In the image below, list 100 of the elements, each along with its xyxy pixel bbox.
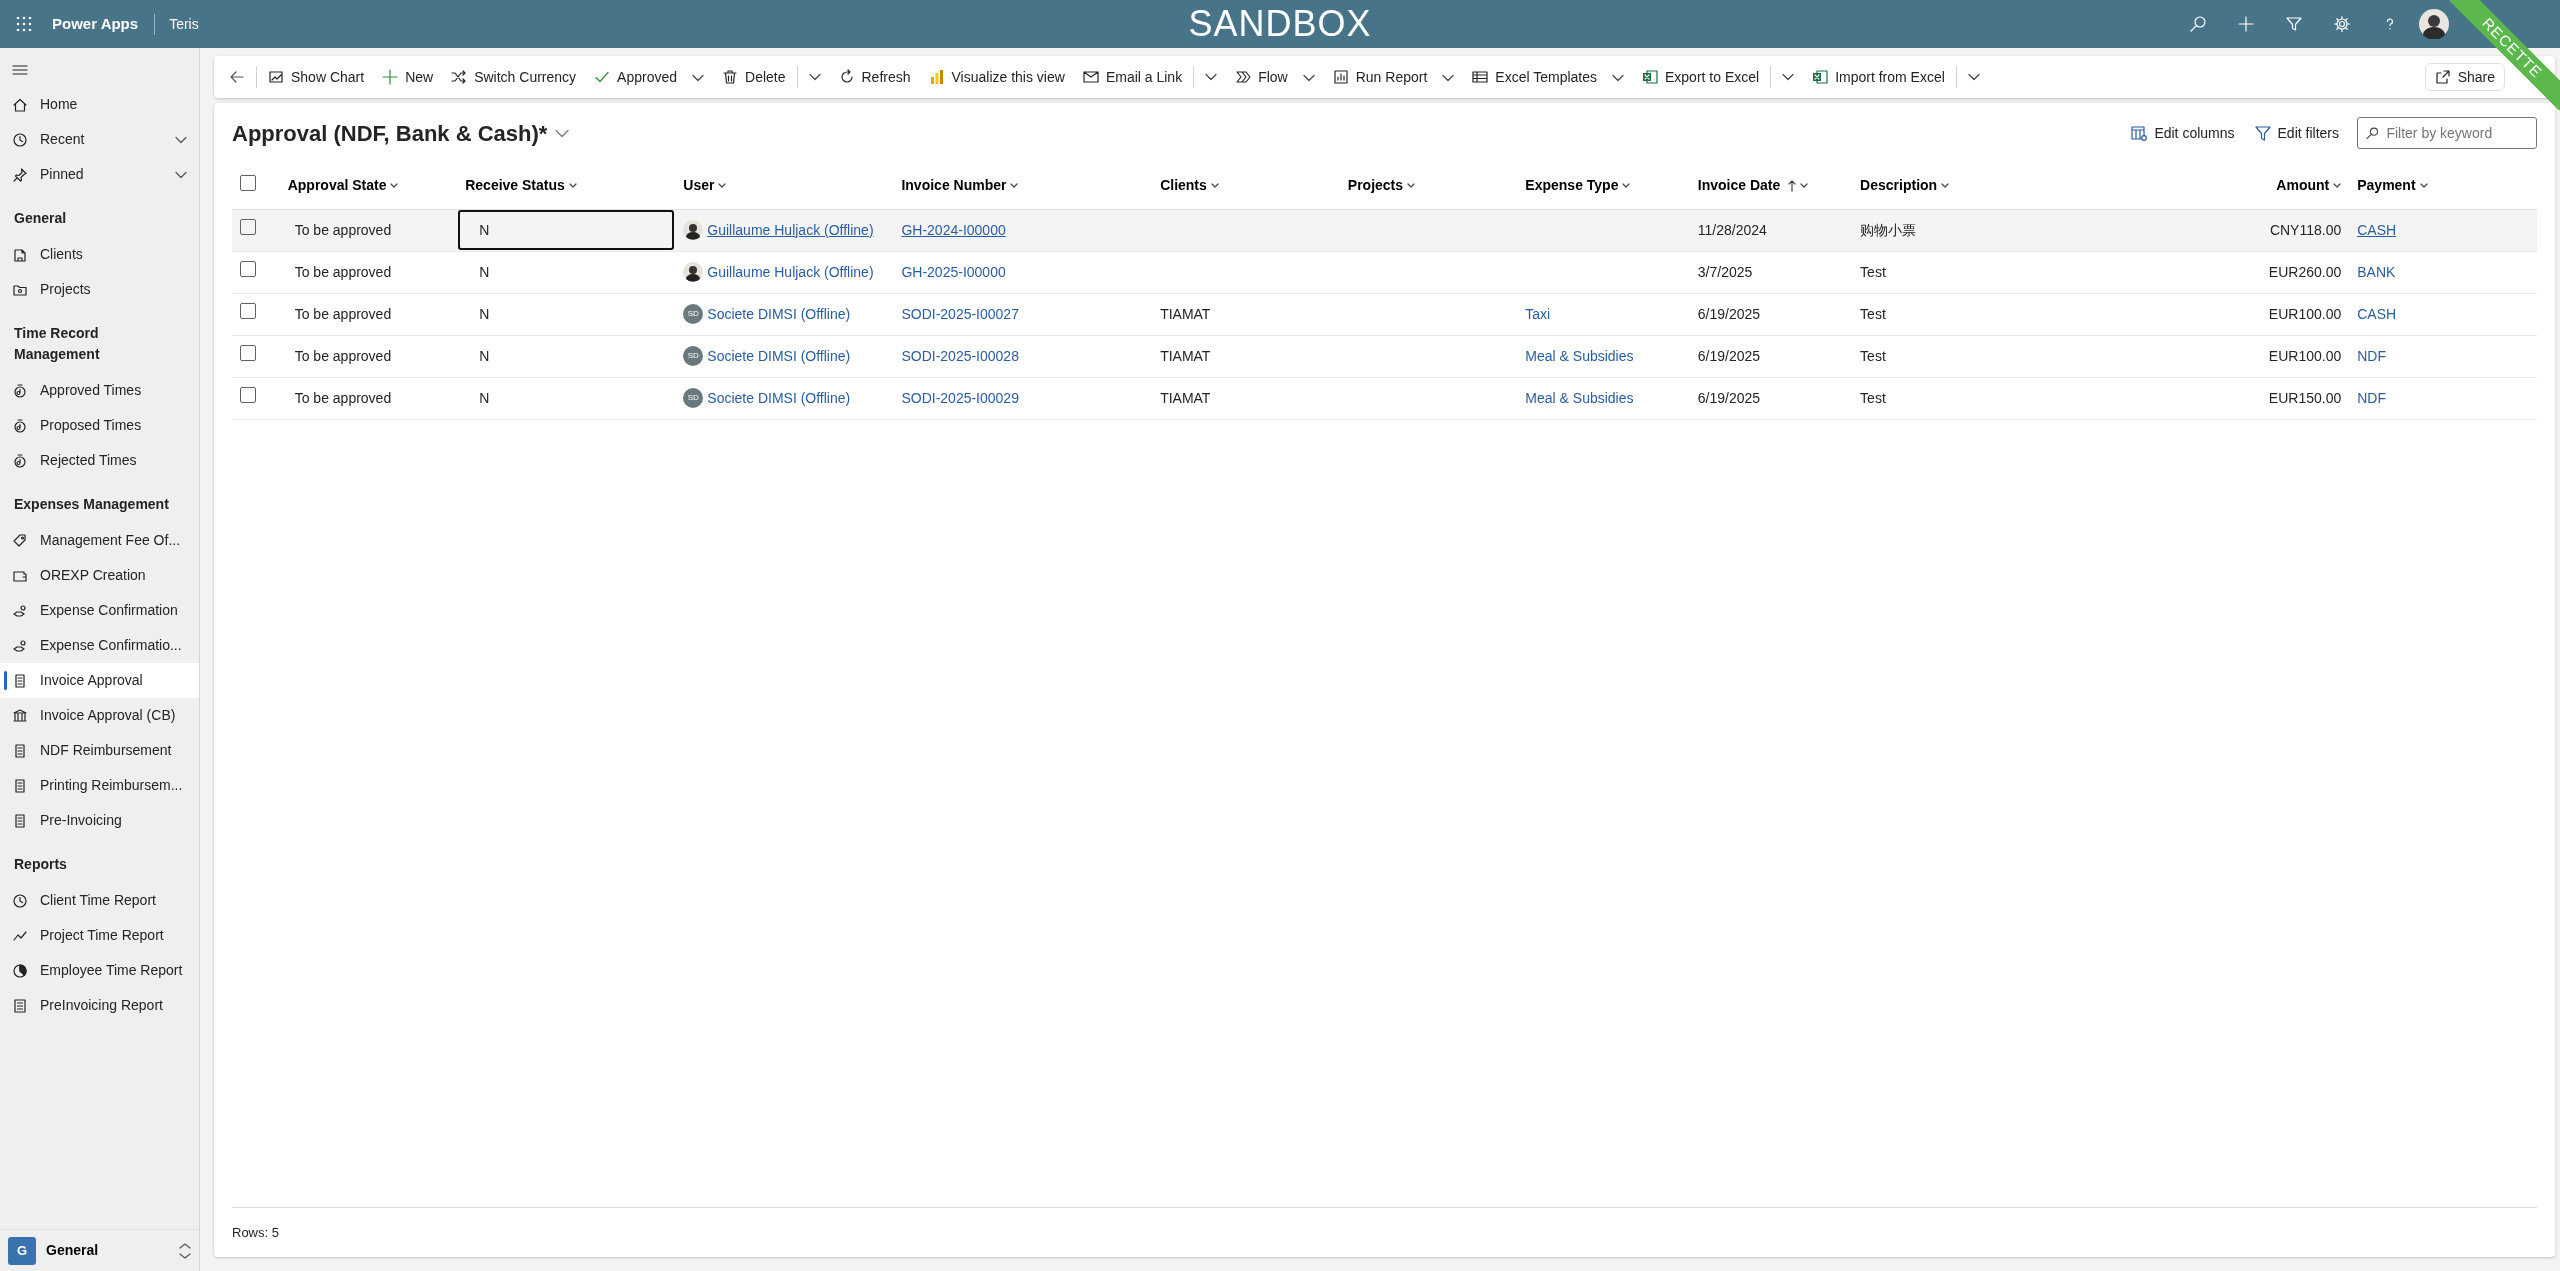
clock-icon: [12, 892, 28, 909]
table-cell-link[interactable]: BANK: [2357, 263, 2396, 280]
sidebar-item[interactable]: Project Time Report: [0, 918, 199, 953]
shuffle-icon: [451, 69, 468, 85]
table-cell-link[interactable]: GH-2024-I00000: [901, 221, 1006, 238]
command-button[interactable]: New: [373, 60, 443, 94]
sidebar-item[interactable]: Pinned: [0, 157, 199, 192]
column-header[interactable]: Projects: [1347, 175, 1416, 197]
command-button[interactable]: Export to Excel: [1633, 60, 1769, 94]
plus-icon: [2237, 15, 2255, 33]
user-link[interactable]: Societe DIMSI (Offline): [707, 345, 851, 367]
checkbox[interactable]: [240, 303, 256, 319]
view-title[interactable]: Approval (NDF, Bank & Cash)*: [232, 116, 548, 150]
table-cell-text: TIAMAT: [1160, 305, 1211, 322]
excel-icon: [1642, 69, 1658, 85]
command-button[interactable]: Import from Excel: [1803, 60, 1954, 94]
chart-icon: [268, 69, 284, 85]
sidebar-item[interactable]: Proposed Times: [0, 408, 199, 443]
sidebar-item[interactable]: Projects: [0, 272, 199, 307]
command-menu-button[interactable]: Excel Templates: [1463, 60, 1633, 94]
chevron-down-icon: [1442, 73, 1455, 82]
user-initials-avatar: SD: [683, 346, 704, 366]
table-cell-text: N: [479, 347, 490, 364]
checkbox[interactable]: [240, 387, 256, 403]
chevron-down-icon: [1782, 73, 1795, 81]
sidebar-item[interactable]: Rejected Times: [0, 443, 199, 478]
command-menu-button[interactable]: Flow: [1226, 60, 1324, 94]
sidebar-item[interactable]: Printing Reimbursem...: [0, 768, 199, 803]
sidebar-item[interactable]: Management Fee Of...: [0, 523, 199, 558]
table-cell-link[interactable]: Meal & Subsidies: [1525, 347, 1634, 364]
table-cell-link[interactable]: SODI-2025-I00028: [901, 347, 1019, 364]
document-icon: [12, 742, 28, 759]
user-link[interactable]: Societe DIMSI (Offline): [707, 303, 851, 325]
command-button[interactable]: Email a Link: [1073, 60, 1192, 94]
column-header[interactable]: Description: [1860, 175, 1950, 197]
sidebar-item[interactable]: Invoice Approval (CB): [0, 698, 199, 733]
user-link[interactable]: Guillaume Huljack (Offline): [707, 261, 874, 283]
edit-columns-icon: [2131, 125, 2148, 141]
sidebar-item[interactable]: Home: [0, 87, 199, 122]
column-header[interactable]: Payment: [2357, 175, 2428, 197]
sidebar-item[interactable]: Invoice Approval: [0, 663, 199, 698]
table-cell-text: EUR260.00: [2268, 263, 2342, 280]
environment-label: SANDBOX: [1188, 3, 1372, 44]
table-cell-text: To be approved: [294, 263, 392, 280]
command-button[interactable]: Show Chart: [259, 60, 374, 94]
column-header[interactable]: Invoice Number: [901, 175, 1019, 197]
column-header[interactable]: Expense Type: [1525, 175, 1631, 197]
sidebar-item[interactable]: Pre-Invoicing: [0, 803, 199, 838]
column-header[interactable]: Amount: [2276, 175, 2342, 197]
table-cell-link[interactable]: SODI-2025-I00027: [901, 305, 1019, 322]
sidebar-item[interactable]: Employee Time Report: [0, 953, 199, 988]
chevron-down-icon: [2419, 182, 2428, 189]
chevron-down-icon: [1210, 182, 1219, 189]
sidebar-item[interactable]: Recent: [0, 122, 199, 157]
table-cell-link[interactable]: GH-2025-I00000: [901, 263, 1006, 280]
table-cell-link[interactable]: CASH: [2357, 221, 2397, 238]
user-link[interactable]: Societe DIMSI (Offline): [707, 387, 851, 409]
app-name[interactable]: Power Apps: [52, 12, 139, 36]
table-cell-link[interactable]: SODI-2025-I00029: [901, 389, 1019, 406]
chevron-down-icon: [555, 129, 570, 139]
user-initials-avatar: SD: [683, 304, 704, 324]
list-document-icon: [12, 997, 28, 1014]
column-header[interactable]: Clients: [1160, 175, 1219, 197]
sidebar-item[interactable]: Clients: [0, 237, 199, 272]
sidebar-item[interactable]: Expense Confirmation: [0, 593, 199, 628]
table-cell-text: EUR100.00: [2268, 347, 2342, 364]
sidebar-item[interactable]: NDF Reimbursement: [0, 733, 199, 768]
column-header[interactable]: Approval State: [287, 175, 399, 197]
command-menu-button[interactable]: Run Report: [1323, 60, 1464, 94]
command-menu-button[interactable]: Approved: [585, 60, 714, 94]
column-header[interactable]: User: [683, 175, 727, 197]
flow-icon: [1235, 69, 1252, 85]
column-header[interactable]: Receive Status: [465, 175, 577, 197]
table-cell-link[interactable]: NDF: [2357, 389, 2386, 406]
checkbox[interactable]: [240, 261, 256, 277]
table-cell-link[interactable]: Taxi: [1525, 305, 1551, 322]
sidebar-item[interactable]: PreInvoicing Report: [0, 988, 199, 1023]
table-cell-text: TIAMAT: [1160, 389, 1211, 406]
sidebar-item[interactable]: Approved Times: [0, 373, 199, 408]
area-switcher[interactable]: G General: [0, 1229, 199, 1271]
command-button[interactable]: Refresh: [829, 60, 920, 94]
bar-chart-icon: [928, 69, 945, 85]
checkbox[interactable]: [240, 345, 256, 361]
checkbox[interactable]: [240, 174, 256, 191]
sidebar-item[interactable]: OREXP Creation: [0, 558, 199, 593]
command-button[interactable]: Delete: [713, 60, 795, 94]
sidebar-item[interactable]: Expense Confirmatio...: [0, 628, 199, 663]
spreadsheet-icon: [1472, 69, 1489, 85]
sidebar-item[interactable]: Client Time Report: [0, 883, 199, 918]
command-button[interactable]: Visualize this view: [919, 60, 1074, 94]
filter-field[interactable]: Filter by keyword: [2357, 117, 2537, 149]
checkbox[interactable]: [240, 219, 256, 235]
view-action-button[interactable]: Edit filters: [2244, 122, 2349, 144]
table-cell-link[interactable]: CASH: [2357, 305, 2397, 322]
view-action-button[interactable]: Edit columns: [2121, 122, 2245, 144]
command-button[interactable]: Switch Currency: [442, 60, 586, 94]
table-cell-link[interactable]: Meal & Subsidies: [1525, 389, 1634, 406]
column-header[interactable]: Invoice Date: [1697, 175, 1809, 197]
table-cell-link[interactable]: NDF: [2357, 347, 2386, 364]
table-cell-text: 6/19/2025: [1697, 305, 1761, 322]
